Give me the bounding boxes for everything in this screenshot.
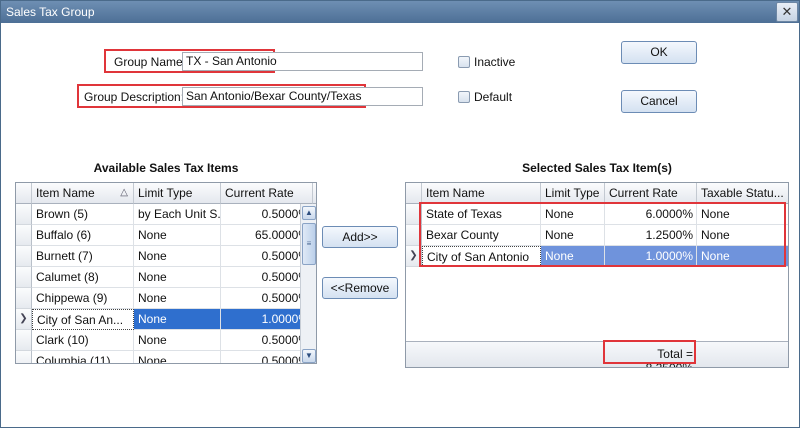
group-name-value: TX - San Antonio bbox=[186, 54, 277, 68]
default-checkbox[interactable] bbox=[458, 91, 470, 103]
table-cell[interactable]: None bbox=[134, 267, 221, 288]
group-description-value: San Antonio/Bexar County/Texas bbox=[186, 89, 362, 103]
available-items-grid: Item Name △ Limit Type Current Rate Brow… bbox=[15, 182, 317, 364]
selected-rows-highlight bbox=[419, 202, 786, 267]
scroll-down-icon[interactable]: ▼ bbox=[302, 349, 316, 363]
table-cell[interactable]: Chippewa (9) bbox=[32, 288, 134, 309]
column-header-current-rate[interactable]: Current Rate bbox=[605, 183, 697, 204]
scroll-thumb[interactable]: ≡ bbox=[302, 223, 316, 265]
ok-button[interactable]: OK bbox=[621, 41, 697, 64]
group-name-label: Group Name: bbox=[114, 55, 187, 69]
table-cell[interactable]: Brown (5) bbox=[32, 204, 134, 225]
scroll-up-icon[interactable]: ▲ bbox=[302, 206, 316, 220]
table-cell[interactable]: Clark (10) bbox=[32, 330, 134, 351]
row-indicator[interactable] bbox=[16, 267, 32, 288]
row-indicator[interactable]: ❯ bbox=[16, 309, 32, 330]
window-title: Sales Tax Group bbox=[6, 5, 95, 19]
table-cell[interactable]: None bbox=[134, 288, 221, 309]
row-pointer-icon: ❯ bbox=[19, 313, 28, 324]
close-button[interactable]: ✕ bbox=[776, 2, 798, 22]
group-description-field[interactable]: San Antonio/Bexar County/Texas bbox=[182, 87, 423, 106]
row-pointer-icon: ❯ bbox=[409, 250, 418, 261]
grid-corner bbox=[16, 183, 32, 204]
row-indicator[interactable] bbox=[16, 225, 32, 246]
column-header-limit-type[interactable]: Limit Type bbox=[134, 183, 221, 204]
table-cell[interactable]: Columbia (11) bbox=[32, 351, 134, 363]
column-header-limit-type[interactable]: Limit Type bbox=[541, 183, 605, 204]
inactive-checkbox[interactable] bbox=[458, 56, 470, 68]
table-row[interactable]: Buffalo (6) None 65.0000% bbox=[16, 225, 313, 246]
header-spacer bbox=[313, 183, 316, 204]
sort-ascending-icon: △ bbox=[120, 187, 128, 198]
table-cell[interactable]: by Each Unit S... bbox=[134, 204, 221, 225]
table-cell[interactable]: Buffalo (6) bbox=[32, 225, 134, 246]
column-header-taxable-status[interactable]: Taxable Statu... bbox=[697, 183, 788, 204]
column-header-item-name[interactable]: Item Name △ bbox=[32, 183, 134, 204]
table-cell[interactable]: None bbox=[134, 351, 221, 363]
table-row[interactable]: Calumet (8) None 0.5000% bbox=[16, 267, 313, 288]
default-label: Default bbox=[474, 90, 513, 104]
group-description-label: Group Description: bbox=[84, 90, 185, 104]
table-row[interactable]: Chippewa (9) None 0.5000% bbox=[16, 288, 313, 309]
row-indicator[interactable] bbox=[16, 351, 32, 363]
table-cell[interactable]: Burnett (7) bbox=[32, 246, 134, 267]
table-cell[interactable]: None bbox=[134, 309, 221, 330]
row-indicator[interactable] bbox=[16, 330, 32, 351]
selected-items-title: Selected Sales Tax Item(s) bbox=[522, 161, 672, 175]
row-indicator[interactable] bbox=[16, 288, 32, 309]
row-indicator[interactable] bbox=[16, 246, 32, 267]
table-row[interactable]: Burnett (7) None 0.5000% bbox=[16, 246, 313, 267]
total-highlight bbox=[603, 340, 696, 364]
column-header-item-name[interactable]: Item Name bbox=[422, 183, 541, 204]
add-button[interactable]: Add>> bbox=[322, 226, 398, 248]
available-scrollbar[interactable]: ▲ ≡ ▼ bbox=[300, 204, 316, 363]
table-row[interactable]: Clark (10) None 0.5000% bbox=[16, 330, 313, 351]
table-row[interactable]: Brown (5) by Each Unit S... 0.5000% bbox=[16, 204, 313, 225]
table-cell[interactable]: City of San An... bbox=[32, 309, 134, 330]
title-bar: Sales Tax Group ✕ bbox=[1, 1, 799, 23]
grid-footer: Total = 8.2500% bbox=[406, 341, 788, 367]
table-row[interactable]: Columbia (11) None 0.5000% bbox=[16, 351, 313, 363]
column-header-label: Item Name bbox=[36, 186, 95, 200]
column-header-current-rate[interactable]: Current Rate bbox=[221, 183, 313, 204]
inactive-label: Inactive bbox=[474, 55, 516, 69]
row-indicator[interactable] bbox=[16, 204, 32, 225]
table-cell[interactable]: Calumet (8) bbox=[32, 267, 134, 288]
available-items-title: Available Sales Tax Items bbox=[93, 161, 239, 175]
table-cell[interactable]: None bbox=[134, 330, 221, 351]
sales-tax-group-dialog: Sales Tax Group ✕ Group Name: TX - San A… bbox=[0, 0, 800, 428]
group-name-field[interactable]: TX - San Antonio bbox=[182, 52, 423, 71]
grid-corner bbox=[406, 183, 422, 204]
remove-button[interactable]: <<Remove bbox=[322, 277, 398, 299]
table-row[interactable]: ❯ City of San An... None 1.0000% bbox=[16, 309, 313, 330]
close-icon: ✕ bbox=[781, 4, 793, 19]
table-cell[interactable]: None bbox=[134, 225, 221, 246]
table-cell[interactable]: None bbox=[134, 246, 221, 267]
cancel-button[interactable]: Cancel bbox=[621, 90, 697, 113]
